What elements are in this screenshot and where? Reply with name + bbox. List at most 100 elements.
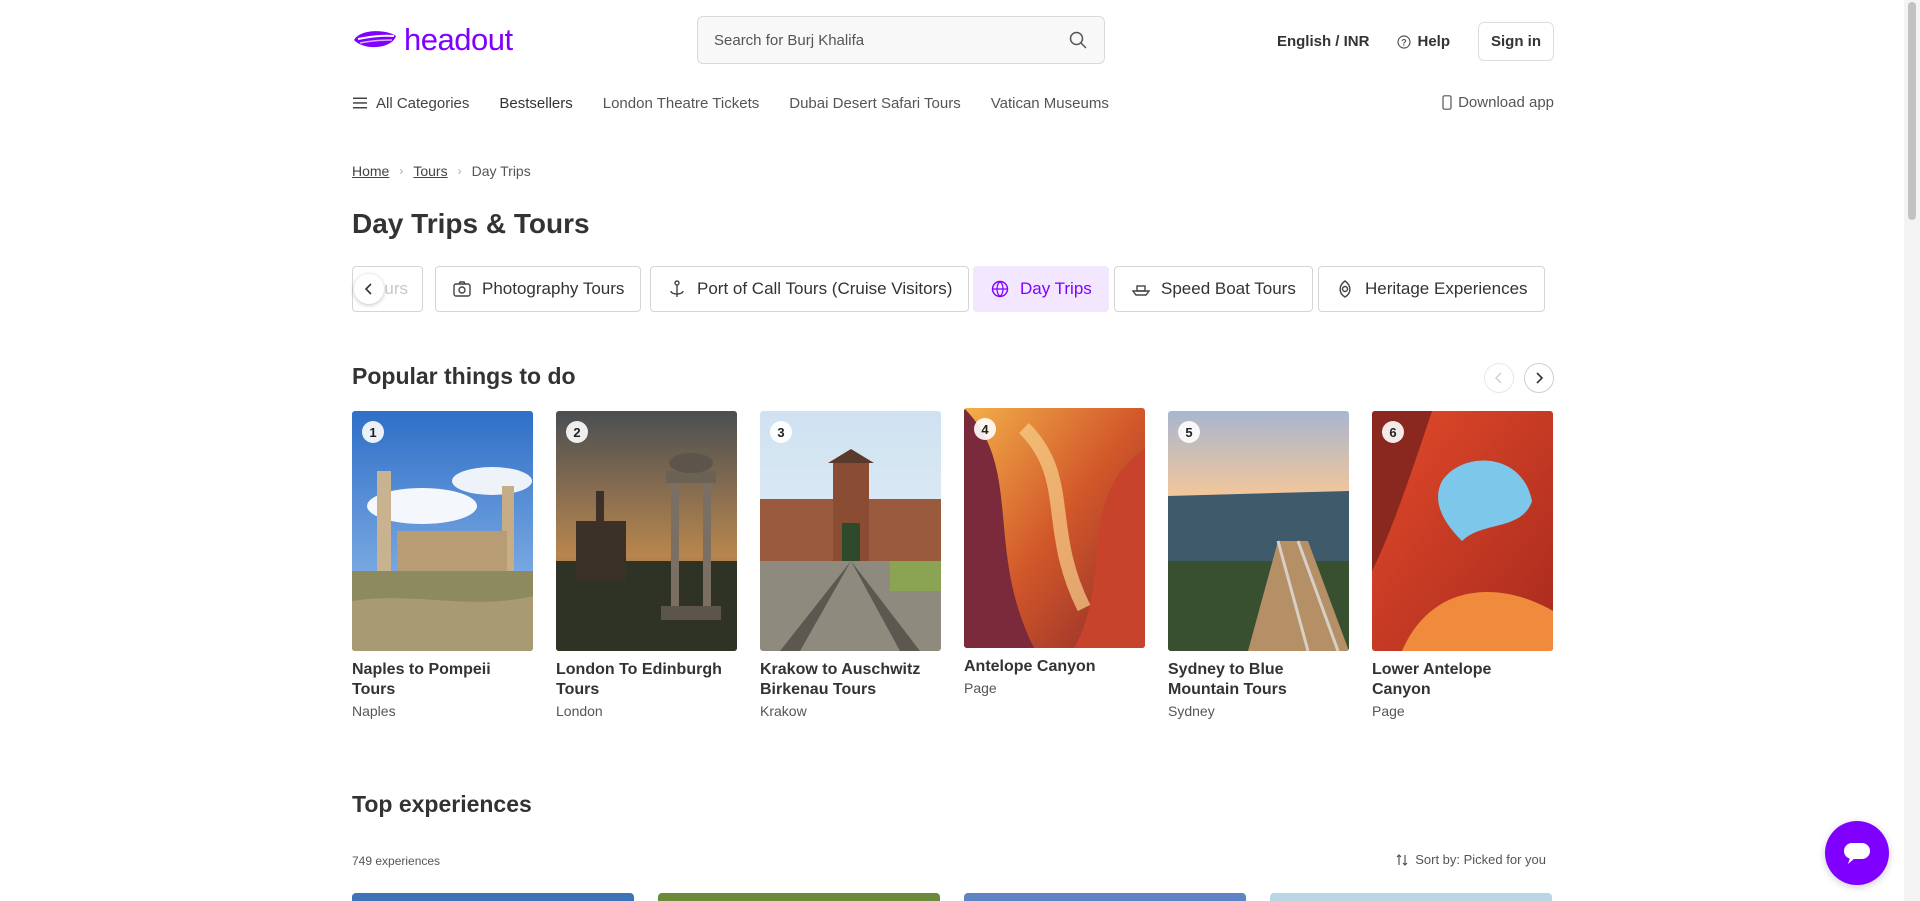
card-city: Page <box>964 680 997 696</box>
chip-label: Heritage Experiences <box>1365 279 1528 298</box>
svg-text:?: ? <box>1402 37 1408 47</box>
chip-speed-boat-tours[interactable]: Speed Boat Tours <box>1114 266 1313 312</box>
chevron-left-icon <box>1494 372 1502 384</box>
top-experiences-title: Top experiences <box>352 791 532 817</box>
page-scrollbar[interactable] <box>1904 0 1920 901</box>
sort-dropdown[interactable]: Sort by: Picked for you <box>1395 852 1546 867</box>
experiences-toolbar: 749 experiences Sort by: Picked for you <box>352 852 1554 874</box>
nav-item-london-theatre[interactable]: London Theatre Tickets <box>603 95 760 112</box>
camera-icon <box>453 281 471 297</box>
popular-next-button[interactable] <box>1524 363 1554 393</box>
category-chips: urs Photography Tours Port of Call Tours… <box>352 266 1554 312</box>
search-input[interactable]: Search for Burj Khalifa <box>714 32 1068 49</box>
boat-icon <box>1131 285 1151 296</box>
popular-card[interactable]: 4 Antelope Canyon Page <box>964 408 1145 696</box>
card-city: London <box>556 703 603 719</box>
popular-prev-button[interactable] <box>1484 363 1514 393</box>
chat-bubble-icon <box>1844 843 1870 864</box>
nav-item-bestsellers[interactable]: Bestsellers <box>499 95 572 112</box>
signin-button[interactable]: Sign in <box>1478 22 1554 61</box>
sort-icon <box>1396 853 1408 866</box>
header-actions: English / INR ? Help Sign in <box>1277 22 1554 61</box>
rank-badge: 3 <box>770 421 792 443</box>
breadcrumb-current: Day Trips <box>471 163 531 179</box>
page-title: Day Trips & Tours <box>352 208 590 239</box>
experience-cards-peek <box>352 893 1554 901</box>
chevron-right-icon <box>1536 372 1544 384</box>
chip-label: Photography Tours <box>482 279 625 298</box>
scrollbar-thumb[interactable] <box>1908 2 1916 220</box>
card-title[interactable]: Sydney to Blue Mountain Tours <box>1168 660 1349 700</box>
globe-icon <box>991 280 1009 298</box>
headout-logo[interactable]: headout <box>352 22 513 58</box>
rank-badge: 4 <box>974 418 996 440</box>
chip-port-of-call[interactable]: Port of Call Tours (Cruise Visitors) <box>650 266 970 312</box>
chevron-right-icon: › <box>399 164 404 178</box>
phone-icon <box>1442 95 1452 110</box>
card-title[interactable]: Krakow to Auschwitz Birkenau Tours <box>760 660 941 700</box>
card-title[interactable]: Lower Antelope Canyon <box>1372 660 1553 700</box>
chip-label: Speed Boat Tours <box>1161 279 1296 298</box>
chip-label: Day Trips <box>1020 279 1092 298</box>
popular-card[interactable]: 3 Krakow to Auschwitz Birkenau Tours Kra… <box>760 411 941 719</box>
experience-card-image[interactable] <box>964 893 1246 901</box>
help-icon: ? <box>1397 34 1412 49</box>
card-city: Sydney <box>1168 703 1215 719</box>
popular-card[interactable]: 5 Sydney to Blue Mountain Tours Sydney <box>1168 411 1349 719</box>
rank-badge: 1 <box>362 421 384 443</box>
breadcrumb: Home › Tours › Day Trips <box>352 163 1554 179</box>
card-city: Naples <box>352 703 396 719</box>
heritage-icon <box>1339 280 1351 298</box>
popular-cards: 1 Naples to Pompeii Tours Naples 2 Londo… <box>352 408 1554 728</box>
experience-card-image[interactable] <box>352 893 634 901</box>
experience-card-image[interactable] <box>658 893 940 901</box>
chip-day-trips[interactable]: Day Trips <box>973 266 1109 312</box>
nav-item-vatican[interactable]: Vatican Museums <box>991 95 1109 112</box>
card-title[interactable]: Antelope Canyon <box>964 657 1145 677</box>
card-image-lower-antelope[interactable]: 6 <box>1372 411 1553 651</box>
search-bar[interactable]: Search for Burj Khalifa <box>697 16 1105 64</box>
card-title[interactable]: London To Edinburgh Tours <box>556 660 737 700</box>
rank-badge: 2 <box>566 421 588 443</box>
popular-title: Popular things to do <box>352 363 576 389</box>
language-currency-selector[interactable]: English / INR <box>1277 33 1370 50</box>
rank-badge: 5 <box>1178 421 1200 443</box>
card-city: Page <box>1372 703 1405 719</box>
sort-label: Sort by: Picked for you <box>1415 852 1546 867</box>
header: headout Search for Burj Khalifa English … <box>352 0 1554 80</box>
popular-card[interactable]: 2 London To Edinburgh Tours London <box>556 411 737 719</box>
download-app-label: Download app <box>1458 94 1554 111</box>
all-categories-label: All Categories <box>376 94 470 112</box>
search-icon[interactable] <box>1068 30 1088 50</box>
popular-section-header: Popular things to do <box>352 363 1554 393</box>
experiences-count: 749 experiences <box>352 854 441 868</box>
breadcrumb-home[interactable]: Home <box>352 163 389 179</box>
card-image-edinburgh[interactable]: 2 <box>556 411 737 651</box>
chips-prev-button[interactable] <box>354 274 384 304</box>
card-image-auschwitz[interactable]: 3 <box>760 411 941 651</box>
breadcrumb-tours[interactable]: Tours <box>413 163 447 179</box>
card-title[interactable]: Naples to Pompeii Tours <box>352 660 533 700</box>
chip-heritage-experiences[interactable]: Heritage Experiences <box>1318 266 1545 312</box>
all-categories-menu[interactable]: All Categories <box>352 95 469 112</box>
nav-item-dubai-safari[interactable]: Dubai Desert Safari Tours <box>789 95 960 112</box>
anchor-icon <box>670 280 684 297</box>
popular-card[interactable]: 6 Lower Antelope Canyon Page <box>1372 411 1553 719</box>
card-image-antelope-canyon[interactable]: 4 <box>964 408 1145 648</box>
hamburger-icon <box>353 97 367 109</box>
chevron-left-icon <box>364 283 372 295</box>
help-link[interactable]: ? Help <box>1397 33 1450 50</box>
popular-card[interactable]: 1 Naples to Pompeii Tours Naples <box>352 411 533 719</box>
category-nav: All Categories Bestsellers London Theatr… <box>352 90 1554 116</box>
card-image-pompeii[interactable]: 1 <box>352 411 533 651</box>
rank-badge: 6 <box>1382 421 1404 443</box>
card-city: Krakow <box>760 703 807 719</box>
chevron-right-icon: › <box>457 164 462 178</box>
logo-text: headout <box>404 22 513 57</box>
chip-photography-tours[interactable]: Photography Tours <box>435 266 642 312</box>
card-image-blue-mountains[interactable]: 5 <box>1168 411 1349 651</box>
download-app-link[interactable]: Download app <box>1442 94 1554 111</box>
chat-button[interactable] <box>1825 821 1889 885</box>
experience-card-image[interactable] <box>1270 893 1552 901</box>
blimp-logo-icon <box>354 31 396 48</box>
